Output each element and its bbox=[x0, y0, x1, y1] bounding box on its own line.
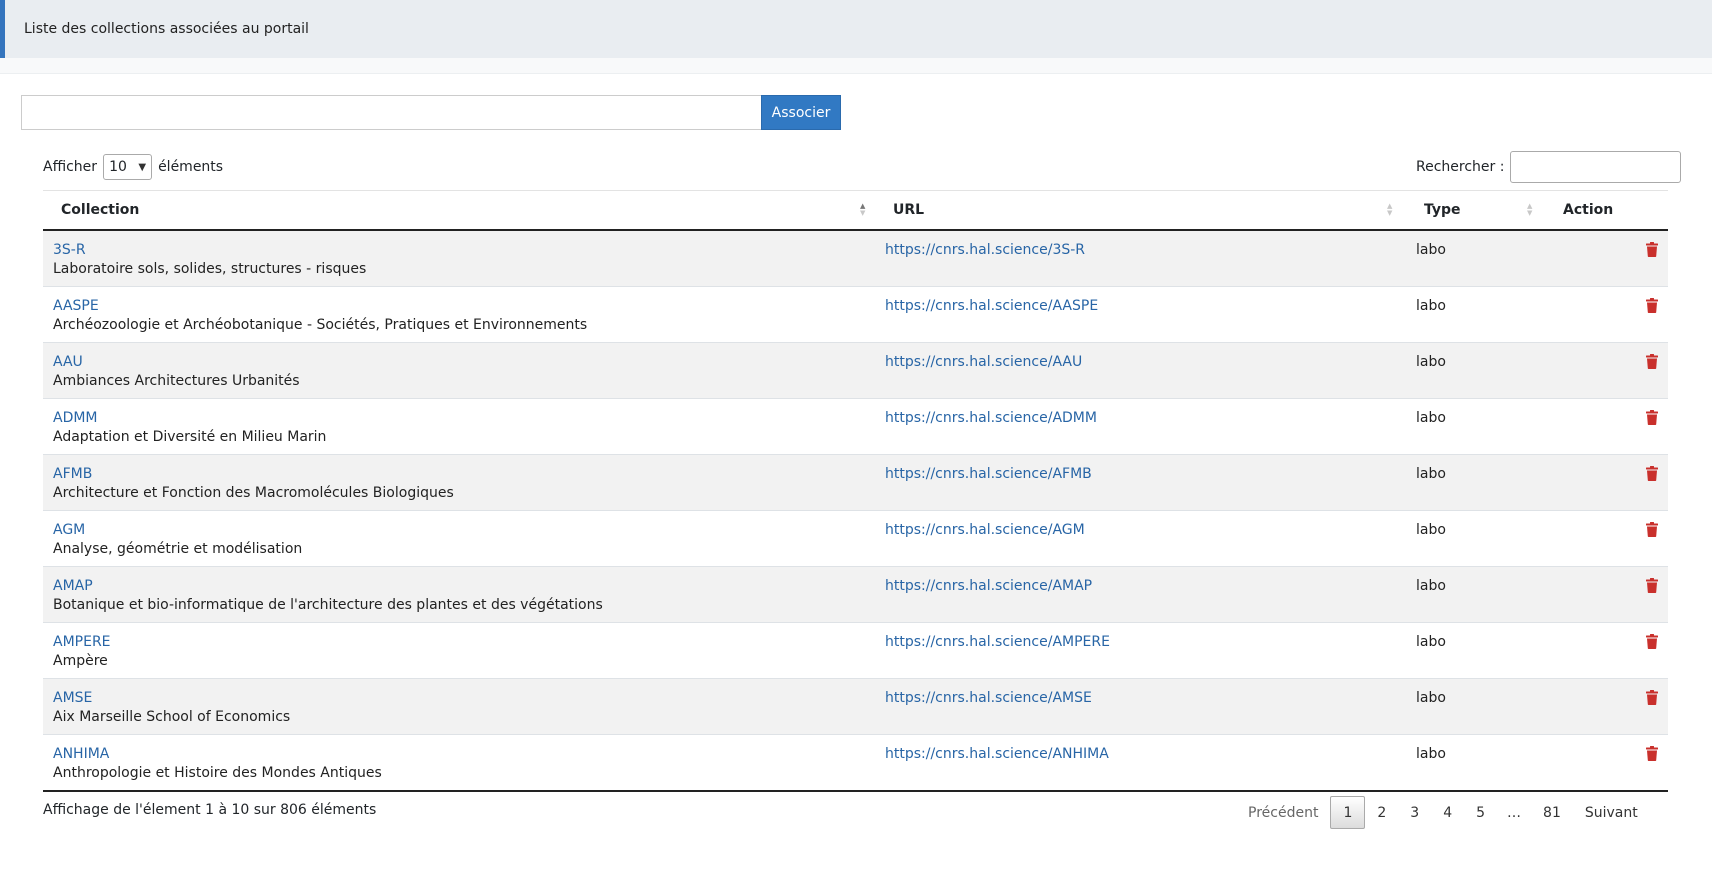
table-row: 3S-R Laboratoire sols, solides, structure… bbox=[43, 231, 1668, 287]
sort-icon: ▲ ▼ bbox=[1527, 202, 1533, 217]
collection-name: Aix Marseille School of Economics bbox=[53, 709, 291, 725]
trash-icon[interactable] bbox=[1646, 242, 1658, 257]
collection-url-link[interactable]: https://cnrs.hal.science/ANHIMA bbox=[885, 746, 1109, 762]
sort-icon: ▲ ▼ bbox=[1387, 202, 1393, 217]
collection-name: Adaptation et Diversité en Milieu Marin bbox=[53, 429, 327, 445]
page-length-value: 10 bbox=[109, 159, 127, 175]
collection-type: labo bbox=[1416, 690, 1446, 706]
table-info: Affichage de l'élement 1 à 10 sur 806 él… bbox=[43, 802, 377, 818]
collection-name: Architecture et Fonction des Macromolécu… bbox=[53, 485, 454, 501]
collection-name: Analyse, géométrie et modélisation bbox=[53, 541, 303, 557]
trash-icon[interactable] bbox=[1646, 466, 1658, 481]
search-input[interactable] bbox=[1510, 151, 1682, 183]
table-row: AASPE Archéozoologie et Archéobotanique -… bbox=[43, 287, 1668, 343]
collection-code-link[interactable]: AMSE bbox=[53, 690, 92, 706]
collection-url-link[interactable]: https://cnrs.hal.science/AGM bbox=[885, 522, 1085, 538]
collection-url-link[interactable]: https://cnrs.hal.science/ADMM bbox=[885, 410, 1097, 426]
previous-page-button[interactable]: Précédent bbox=[1236, 796, 1330, 829]
page-button-5[interactable]: 5 bbox=[1464, 796, 1497, 829]
table-row: AMPERE Ampère https://cnrs.hal.science/AMP… bbox=[43, 623, 1668, 679]
page-button-last[interactable]: 81 bbox=[1531, 796, 1573, 829]
collection-type: labo bbox=[1416, 410, 1446, 426]
collection-code-link[interactable]: ADMM bbox=[53, 410, 98, 426]
page-length-suffix: éléments bbox=[158, 159, 224, 175]
search-label: Rechercher : bbox=[1416, 159, 1505, 175]
column-header-action: Action bbox=[1563, 202, 1614, 218]
collection-type: labo bbox=[1416, 354, 1446, 370]
table-row: AAU Ambiances Architectures Urbanités http… bbox=[43, 343, 1668, 399]
page-length: Afficher 10 ▼ éléments bbox=[43, 154, 223, 180]
divider bbox=[0, 58, 1712, 74]
column-header-collection[interactable]: Collection bbox=[61, 191, 139, 229]
collection-type: labo bbox=[1416, 522, 1446, 538]
page-button-1[interactable]: 1 bbox=[1330, 796, 1366, 829]
collection-code-link[interactable]: 3S-R bbox=[53, 242, 86, 258]
collection-url-link[interactable]: https://cnrs.hal.science/AMAP bbox=[885, 578, 1092, 594]
trash-icon[interactable] bbox=[1646, 690, 1658, 705]
pagination-ellipsis: … bbox=[1507, 804, 1522, 821]
collection-code-link[interactable]: AMAP bbox=[53, 578, 93, 594]
table-bottom-border bbox=[43, 790, 1668, 792]
next-page-button[interactable]: Suivant bbox=[1573, 796, 1650, 829]
collection-url-link[interactable]: https://cnrs.hal.science/AFMB bbox=[885, 466, 1092, 482]
page-length-prefix: Afficher bbox=[43, 159, 98, 175]
table-row: AMAP Botanique et bio-informatique de l'a… bbox=[43, 567, 1668, 623]
collection-code-link[interactable]: AGM bbox=[53, 522, 85, 538]
collection-url-link[interactable]: https://cnrs.hal.science/3S-R bbox=[885, 242, 1085, 258]
collection-type: labo bbox=[1416, 466, 1446, 482]
collection-code-link[interactable]: AFMB bbox=[53, 466, 92, 482]
trash-icon[interactable] bbox=[1646, 746, 1658, 761]
trash-icon[interactable] bbox=[1646, 634, 1658, 649]
table-row: AMSE Aix Marseille School of Economics htt… bbox=[43, 679, 1668, 735]
collection-name: Botanique et bio-informatique de l'archi… bbox=[53, 597, 603, 613]
trash-icon[interactable] bbox=[1646, 298, 1658, 313]
page-length-select[interactable]: 10 ▼ bbox=[103, 154, 153, 180]
table-search: Rechercher : bbox=[1416, 151, 1682, 183]
panel-title: Liste des collections associées au porta… bbox=[24, 21, 309, 37]
collection-name: Ampère bbox=[53, 653, 108, 669]
collection-type: labo bbox=[1416, 634, 1446, 650]
collection-name: Laboratoire sols, solides, structures - … bbox=[53, 261, 367, 277]
collection-code-link[interactable]: AASPE bbox=[53, 298, 99, 314]
collection-url-link[interactable]: https://cnrs.hal.science/AMSE bbox=[885, 690, 1092, 706]
panel-heading: Liste des collections associées au porta… bbox=[0, 0, 1712, 58]
table-body: 3S-R Laboratoire sols, solides, structure… bbox=[43, 231, 1668, 791]
column-header-type[interactable]: Type bbox=[1424, 191, 1461, 229]
column-header-url[interactable]: URL bbox=[893, 191, 924, 229]
chevron-down-icon: ▼ bbox=[138, 161, 147, 173]
collection-url-link[interactable]: https://cnrs.hal.science/AASPE bbox=[885, 298, 1098, 314]
trash-icon[interactable] bbox=[1646, 410, 1658, 425]
trash-icon[interactable] bbox=[1646, 354, 1658, 369]
table-row: AGM Analyse, géométrie et modélisation htt… bbox=[43, 511, 1668, 567]
collection-code-link[interactable]: ANHIMA bbox=[53, 746, 109, 762]
table-header: Collection ▲ ▼ URL ▲ ▼ Type ▲ ▼ Action bbox=[43, 191, 1668, 231]
collection-type: labo bbox=[1416, 298, 1446, 314]
collection-name: Anthropologie et Histoire des Mondes Ant… bbox=[53, 765, 382, 781]
sort-icon: ▲ ▼ bbox=[860, 202, 866, 217]
collection-type: labo bbox=[1416, 746, 1446, 762]
collection-url-link[interactable]: https://cnrs.hal.science/AAU bbox=[885, 354, 1082, 370]
table-row: ADMM Adaptation et Diversité en Milieu Ma… bbox=[43, 399, 1668, 455]
page-button-2[interactable]: 2 bbox=[1365, 796, 1398, 829]
page-button-4[interactable]: 4 bbox=[1431, 796, 1464, 829]
table-row: AFMB Architecture et Fonction des Macromo… bbox=[43, 455, 1668, 511]
collection-type: labo bbox=[1416, 242, 1446, 258]
collection-code-link[interactable]: AAU bbox=[53, 354, 83, 370]
trash-icon[interactable] bbox=[1646, 522, 1658, 537]
collection-name: Ambiances Architectures Urbanités bbox=[53, 373, 300, 389]
collection-input[interactable] bbox=[21, 95, 761, 130]
collection-code-link[interactable]: AMPERE bbox=[53, 634, 111, 650]
associate-button[interactable]: Associer bbox=[761, 95, 841, 130]
table-row: ANHIMA Anthropologie et Histoire des Mond… bbox=[43, 735, 1668, 791]
collection-name: Archéozoologie et Archéobotanique - Soci… bbox=[53, 317, 588, 333]
trash-icon[interactable] bbox=[1646, 578, 1658, 593]
page-button-3[interactable]: 3 bbox=[1398, 796, 1431, 829]
pagination: Précédent 1 2 3 4 5 … 81 Suivant bbox=[1236, 795, 1650, 830]
collection-url-link[interactable]: https://cnrs.hal.science/AMPERE bbox=[885, 634, 1110, 650]
collection-type: labo bbox=[1416, 578, 1446, 594]
